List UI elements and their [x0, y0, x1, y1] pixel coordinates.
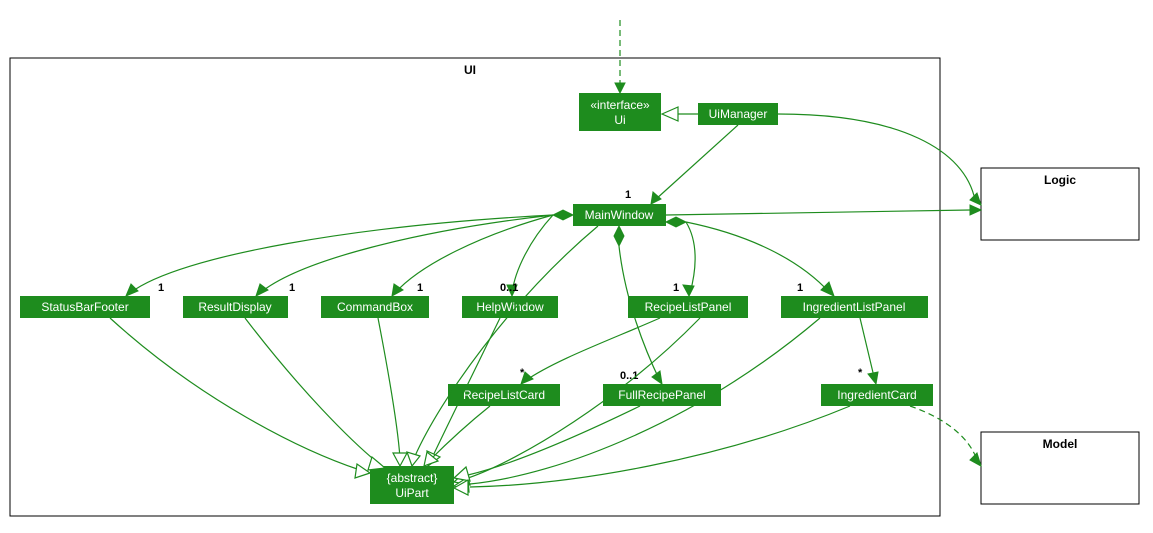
multiplicity-mainwindow: 1 [625, 189, 631, 201]
multiplicity-recipelistcard: * [520, 367, 525, 379]
class-recipelistpanel: RecipeListPanel [628, 296, 748, 318]
stereotype-interface: «interface» [590, 98, 650, 112]
class-statusbarfooter: StatusBarFooter [20, 296, 150, 318]
stereotype-abstract: {abstract} [387, 471, 438, 485]
arrowhead-icon [970, 453, 981, 466]
class-ingredientlistpanel-name: IngredientListPanel [803, 300, 906, 314]
class-ingredientcard-name: IngredientCard [837, 388, 916, 402]
class-commandbox-name: CommandBox [337, 300, 413, 314]
class-ingredientcard: IngredientCard [821, 384, 933, 406]
class-ui-name: Ui [614, 113, 625, 127]
class-mainwindow: MainWindow [573, 204, 666, 226]
class-resultdisplay: ResultDisplay [183, 296, 288, 318]
multiplicity-ingredientcard: * [858, 367, 863, 379]
arrowhead-icon [970, 205, 981, 215]
class-recipelistcard: RecipeListCard [448, 384, 560, 406]
class-uimanager: UiManager [698, 103, 778, 125]
class-ui-interface: «interface» Ui [579, 93, 661, 131]
package-ui-title: UI [464, 63, 476, 77]
package-logic-title: Logic [1044, 173, 1076, 187]
multiplicity-resultdisplay: 1 [289, 282, 295, 294]
multiplicity-commandbox: 1 [417, 282, 423, 294]
class-helpwindow-name: HelpWindow [476, 300, 544, 314]
multiplicity-helpwindow: 0..1 [500, 282, 518, 294]
arrowhead-icon [970, 193, 981, 205]
multiplicity-recipelistpanel: 1 [673, 282, 679, 294]
multiplicity-statusbarfooter: 1 [158, 282, 164, 294]
class-recipelistpanel-name: RecipeListPanel [645, 300, 732, 314]
class-mainwindow-name: MainWindow [585, 208, 654, 222]
class-uimanager-name: UiManager [709, 107, 768, 121]
class-recipelistcard-name: RecipeListCard [463, 388, 545, 402]
class-commandbox: CommandBox [321, 296, 429, 318]
class-fullrecipepanel: FullRecipePanel [603, 384, 721, 406]
class-uipart: {abstract} UiPart [370, 466, 454, 504]
package-model-title: Model [1043, 437, 1078, 451]
class-fullrecipepanel-name: FullRecipePanel [618, 388, 705, 402]
class-ingredientlistpanel: IngredientListPanel [781, 296, 928, 318]
class-uipart-name: UiPart [395, 486, 429, 500]
class-resultdisplay-name: ResultDisplay [198, 300, 271, 314]
class-statusbarfooter-name: StatusBarFooter [41, 300, 128, 314]
multiplicity-ingredientlistpanel: 1 [797, 282, 803, 294]
